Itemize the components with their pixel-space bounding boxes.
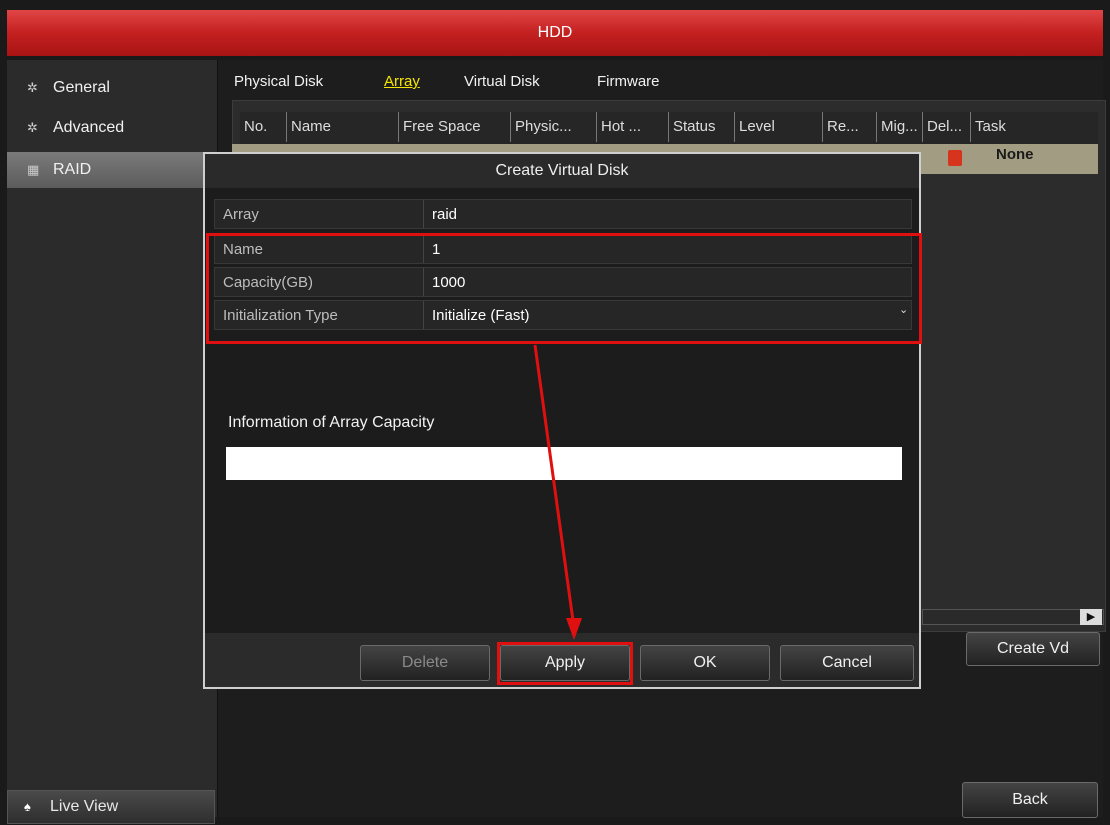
gear-icon: ✲ xyxy=(27,80,38,95)
column-header-migrate: Mig... xyxy=(876,112,922,142)
window-title-bar: HDD xyxy=(7,10,1103,56)
sidebar-item-general[interactable]: ✲ General xyxy=(7,70,217,106)
cancel-button[interactable]: Cancel xyxy=(780,645,914,681)
array-capacity-bar xyxy=(226,447,902,480)
column-header-physical: Physic... xyxy=(510,112,596,142)
array-value: raid xyxy=(423,200,911,228)
tab-firmware[interactable]: Firmware xyxy=(597,73,660,90)
highlight-box-fields xyxy=(206,233,922,344)
sidebar-item-label: Advanced xyxy=(53,119,125,136)
column-header-rebuild: Re... xyxy=(822,112,876,142)
live-view-button[interactable]: ♠ Live View xyxy=(7,790,215,824)
create-vd-button[interactable]: Create Vd xyxy=(966,632,1100,666)
gear-advanced-icon: ✲ xyxy=(27,120,38,135)
column-header-delete: Del... xyxy=(922,112,970,142)
form-row-array: Array raid xyxy=(214,199,912,229)
ok-button[interactable]: OK xyxy=(640,645,770,681)
column-header-no: No. xyxy=(244,118,268,135)
horizontal-scrollbar[interactable] xyxy=(922,609,1104,625)
sidebar-item-label: RAID xyxy=(53,161,92,178)
live-view-label: Live View xyxy=(50,798,119,815)
sidebar: ✲ General ✲ Advanced ▦ RAID xyxy=(7,60,218,817)
column-header-task: Task xyxy=(970,112,1098,142)
column-header-hot-spare: Hot ... xyxy=(596,112,668,142)
column-header-free-space: Free Space xyxy=(398,112,510,142)
highlight-box-apply xyxy=(497,642,633,685)
tab-virtual-disk[interactable]: Virtual Disk xyxy=(464,73,540,90)
grid-icon: ▦ xyxy=(27,162,40,177)
scroll-right-arrow-icon[interactable]: ▶ xyxy=(1080,609,1102,625)
tab-physical-disk[interactable]: Physical Disk xyxy=(234,73,323,90)
sidebar-item-advanced[interactable]: ✲ Advanced xyxy=(7,110,217,146)
window-title: HDD xyxy=(537,24,573,41)
column-header-name: Name xyxy=(286,112,398,142)
info-array-capacity-label: Information of Array Capacity xyxy=(228,414,435,431)
trash-icon[interactable] xyxy=(948,150,962,166)
row-task-value: None xyxy=(996,146,1034,163)
tab-array[interactable]: Array xyxy=(384,73,420,90)
sidebar-item-raid[interactable]: ▦ RAID xyxy=(7,152,217,188)
sidebar-item-label: General xyxy=(53,79,110,96)
dialog-title: Create Virtual Disk xyxy=(205,154,919,188)
home-icon: ♠ xyxy=(24,799,31,814)
array-label: Array xyxy=(223,206,259,223)
delete-button[interactable]: Delete xyxy=(360,645,490,681)
back-button[interactable]: Back xyxy=(962,782,1098,818)
column-header-status: Status xyxy=(668,112,734,142)
column-header-level: Level xyxy=(734,112,822,142)
